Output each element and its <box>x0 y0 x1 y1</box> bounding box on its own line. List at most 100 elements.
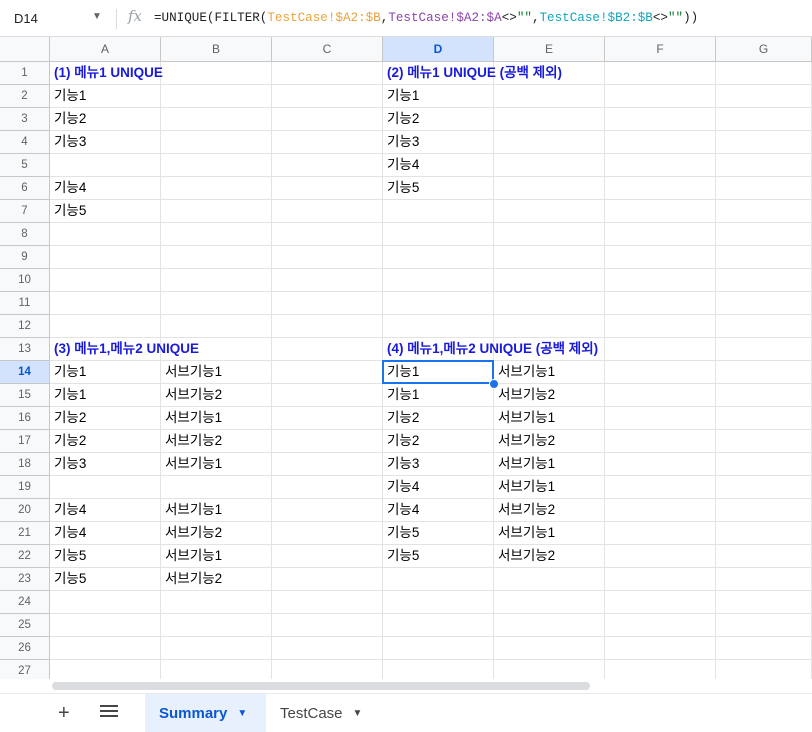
cell-c23[interactable] <box>272 568 383 591</box>
cell-f24[interactable] <box>605 591 716 614</box>
cell-c19[interactable] <box>272 476 383 499</box>
cell-g17[interactable] <box>716 430 812 453</box>
cell-g21[interactable] <box>716 522 812 545</box>
cell-g24[interactable] <box>716 591 812 614</box>
cell-a27[interactable] <box>50 660 161 679</box>
cell-c9[interactable] <box>272 246 383 269</box>
cell-c18[interactable] <box>272 453 383 476</box>
cell-a24[interactable] <box>50 591 161 614</box>
cell-a20[interactable]: 기능4 <box>50 499 161 522</box>
cell-a26[interactable] <box>50 637 161 660</box>
cell-c14[interactable] <box>272 361 383 384</box>
cell-a14[interactable]: 기능1 <box>50 361 161 384</box>
cell-e5[interactable] <box>494 154 605 177</box>
cell-d10[interactable] <box>383 269 494 292</box>
cell-b12[interactable] <box>161 315 272 338</box>
cell-f23[interactable] <box>605 568 716 591</box>
all-sheets-menu-icon[interactable] <box>100 705 118 720</box>
row-header-24[interactable]: 24 <box>0 591 50 614</box>
row-header-9[interactable]: 9 <box>0 246 50 269</box>
cell-c4[interactable] <box>272 131 383 154</box>
select-all-corner[interactable] <box>0 37 50 62</box>
cell-a7[interactable]: 기능5 <box>50 200 161 223</box>
cell-a13[interactable]: (3) 메뉴1,메뉴2 UNIQUE <box>50 338 199 361</box>
scrollbar-thumb[interactable] <box>52 682 590 690</box>
cell-e6[interactable] <box>494 177 605 200</box>
cell-b13[interactable] <box>161 338 272 361</box>
cell-a8[interactable] <box>50 223 161 246</box>
cell-e13[interactable] <box>494 338 605 361</box>
cell-g16[interactable] <box>716 407 812 430</box>
cell-g2[interactable] <box>716 85 812 108</box>
cell-f12[interactable] <box>605 315 716 338</box>
sheet-grid[interactable]: A B C D E F G 1 (1) 메뉴1 UNIQUE (2) 메뉴1 UNIQUE (공백… <box>0 37 812 679</box>
row-header-14[interactable]: 14 <box>0 361 50 384</box>
row-header-13[interactable]: 13 <box>0 338 50 361</box>
row-header-10[interactable]: 10 <box>0 269 50 292</box>
cell-d25[interactable] <box>383 614 494 637</box>
cell-f14[interactable] <box>605 361 716 384</box>
cell-b7[interactable] <box>161 200 272 223</box>
cell-b1[interactable] <box>161 62 272 85</box>
cell-a6[interactable]: 기능4 <box>50 177 161 200</box>
cell-b6[interactable] <box>161 177 272 200</box>
cell-e1[interactable] <box>494 62 605 85</box>
formula-input[interactable]: =UNIQUE(FILTER(TestCase!$A2:$B,TestCase!… <box>154 11 698 25</box>
row-header-19[interactable]: 19 <box>0 476 50 499</box>
cell-f17[interactable] <box>605 430 716 453</box>
cell-b22[interactable]: 서브기능1 <box>161 545 272 568</box>
cell-f21[interactable] <box>605 522 716 545</box>
cell-f26[interactable] <box>605 637 716 660</box>
row-header-23[interactable]: 23 <box>0 568 50 591</box>
cell-c3[interactable] <box>272 108 383 131</box>
cell-e22[interactable]: 서브기능2 <box>494 545 605 568</box>
cell-g23[interactable] <box>716 568 812 591</box>
cell-a18[interactable]: 기능3 <box>50 453 161 476</box>
cell-e24[interactable] <box>494 591 605 614</box>
cell-g5[interactable] <box>716 154 812 177</box>
cell-b4[interactable] <box>161 131 272 154</box>
cell-e25[interactable] <box>494 614 605 637</box>
cell-f2[interactable] <box>605 85 716 108</box>
column-header-f[interactable]: F <box>605 37 716 62</box>
cell-f3[interactable] <box>605 108 716 131</box>
row-header-8[interactable]: 8 <box>0 223 50 246</box>
cell-b15[interactable]: 서브기능2 <box>161 384 272 407</box>
row-header-27[interactable]: 27 <box>0 660 50 679</box>
cell-g7[interactable] <box>716 200 812 223</box>
cell-c21[interactable] <box>272 522 383 545</box>
cell-b16[interactable]: 서브기능1 <box>161 407 272 430</box>
cell-f1[interactable] <box>605 62 716 85</box>
cell-e26[interactable] <box>494 637 605 660</box>
cell-g10[interactable] <box>716 269 812 292</box>
row-header-16[interactable]: 16 <box>0 407 50 430</box>
cell-c17[interactable] <box>272 430 383 453</box>
cell-d3[interactable]: 기능2 <box>383 108 494 131</box>
cell-a17[interactable]: 기능2 <box>50 430 161 453</box>
cell-e4[interactable] <box>494 131 605 154</box>
cell-f6[interactable] <box>605 177 716 200</box>
cell-f15[interactable] <box>605 384 716 407</box>
column-header-g[interactable]: G <box>716 37 812 62</box>
cell-b3[interactable] <box>161 108 272 131</box>
cell-d24[interactable] <box>383 591 494 614</box>
cell-f27[interactable] <box>605 660 716 679</box>
cell-g12[interactable] <box>716 315 812 338</box>
cell-g20[interactable] <box>716 499 812 522</box>
row-header-26[interactable]: 26 <box>0 637 50 660</box>
cell-b19[interactable] <box>161 476 272 499</box>
cell-b27[interactable] <box>161 660 272 679</box>
cell-g19[interactable] <box>716 476 812 499</box>
cell-e19[interactable]: 서브기능1 <box>494 476 605 499</box>
cell-b9[interactable] <box>161 246 272 269</box>
cell-c11[interactable] <box>272 292 383 315</box>
row-header-15[interactable]: 15 <box>0 384 50 407</box>
cell-a22[interactable]: 기능5 <box>50 545 161 568</box>
cell-e15[interactable]: 서브기능2 <box>494 384 605 407</box>
row-header-6[interactable]: 6 <box>0 177 50 200</box>
cell-b8[interactable] <box>161 223 272 246</box>
row-header-3[interactable]: 3 <box>0 108 50 131</box>
row-header-4[interactable]: 4 <box>0 131 50 154</box>
cell-d15[interactable]: 기능1 <box>383 384 494 407</box>
cell-f16[interactable] <box>605 407 716 430</box>
